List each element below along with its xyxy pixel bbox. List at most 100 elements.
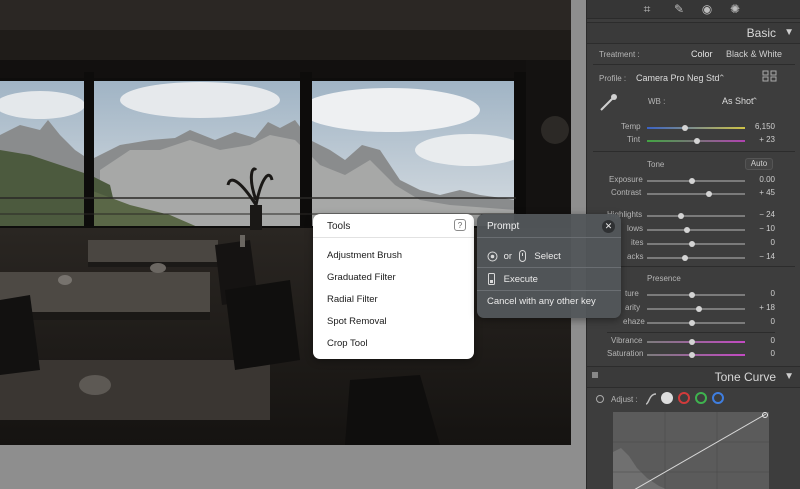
chevron-updown-icon[interactable]: ⌃ — [751, 96, 759, 107]
chevron-updown-icon[interactable]: ⌃ — [718, 73, 726, 84]
dehaze-slider[interactable] — [647, 322, 745, 324]
shadows-label: lows — [627, 224, 644, 233]
touch-ring-icon — [518, 250, 526, 262]
vibrance-slider-knob[interactable] — [689, 339, 695, 345]
temp-label: Temp — [621, 122, 641, 131]
exposure-slider-knob[interactable] — [689, 178, 695, 184]
prompt-popup: Prompt ✕ or Select Execute Cancel with a… — [477, 214, 621, 318]
texture-label: ture — [625, 289, 639, 298]
prompt-select-row[interactable]: or Select — [487, 250, 561, 262]
tone-auto-button[interactable]: Auto — [745, 158, 773, 170]
dehaze-slider-knob[interactable] — [689, 320, 695, 326]
dehaze-value[interactable]: 0 — [735, 317, 775, 326]
vibrance-value[interactable]: 0 — [735, 336, 775, 345]
profile-label: Profile : — [599, 74, 627, 83]
whites-value[interactable]: 0 — [735, 238, 775, 247]
wb-dropdown[interactable]: As Shot — [722, 96, 754, 106]
crop-icon[interactable]: ⌗ — [639, 1, 655, 17]
divider — [593, 64, 795, 65]
dial-button-icon — [488, 273, 495, 285]
curve-enable-icon[interactable] — [596, 395, 604, 403]
contrast-slider-knob[interactable] — [706, 191, 712, 197]
prompt-execute-row[interactable]: Execute — [487, 273, 538, 285]
shadows-value[interactable]: − 10 — [735, 224, 775, 233]
masking-icon[interactable]: ✺ — [727, 1, 743, 17]
saturation-slider-knob[interactable] — [689, 352, 695, 358]
tool-item-adjustment-brush[interactable]: Adjustment Brush — [327, 250, 402, 261]
temp-slider-knob[interactable] — [682, 125, 688, 131]
highlights-value[interactable]: − 24 — [735, 210, 775, 219]
whites-slider-knob[interactable] — [689, 241, 695, 247]
whites-label: ites — [631, 238, 644, 247]
contrast-label: Contrast — [611, 188, 642, 197]
divider — [607, 332, 775, 333]
tool-item-crop-tool[interactable]: Crop Tool — [327, 338, 368, 349]
clarity-label: arity — [625, 303, 641, 312]
whites-slider[interactable] — [647, 243, 745, 245]
execute-label: Execute — [503, 273, 538, 285]
profile-browser-grid-icon[interactable] — [762, 70, 778, 83]
blue-channel-icon[interactable] — [712, 392, 724, 404]
prompt-popup-title: Prompt — [487, 221, 520, 232]
saturation-value[interactable]: 0 — [735, 349, 775, 358]
dehaze-label: ehaze — [623, 317, 645, 326]
wb-eyedropper-icon[interactable] — [597, 92, 619, 114]
contrast-slider[interactable] — [647, 193, 745, 195]
clarity-value[interactable]: + 18 — [735, 303, 775, 312]
texture-slider[interactable] — [647, 294, 745, 296]
vibrance-label: Vibrance — [611, 336, 643, 345]
tool-item-radial-filter[interactable]: Radial Filter — [327, 294, 378, 305]
point-curve-rgb-icon[interactable] — [661, 392, 673, 404]
tint-value[interactable]: + 23 — [735, 135, 775, 144]
vibrance-slider[interactable] — [647, 341, 745, 343]
divider — [477, 290, 621, 291]
section-toggle-icon[interactable] — [592, 372, 598, 378]
saturation-label: Saturation — [607, 349, 644, 358]
red-eye-icon[interactable]: ◉ — [699, 1, 715, 17]
close-icon[interactable]: ✕ — [602, 220, 615, 233]
tools-popup: Tools ? Adjustment Brush Graduated Filte… — [313, 214, 474, 359]
treatment-color-button[interactable]: Color — [691, 49, 713, 59]
highlights-slider[interactable] — [647, 215, 745, 217]
divider — [593, 266, 795, 267]
shadows-slider[interactable] — [647, 229, 745, 231]
collapse-triangle-icon[interactable]: ▼ — [784, 27, 794, 38]
clarity-slider-knob[interactable] — [696, 306, 702, 312]
tint-label: Tint — [627, 135, 641, 144]
wb-label: WB : — [648, 97, 666, 106]
prompt-popup-header: Prompt ✕ — [477, 214, 621, 238]
blacks-label: acks — [627, 252, 644, 261]
tone-curve-graph[interactable] — [613, 412, 769, 489]
temp-slider[interactable] — [647, 127, 745, 129]
saturation-slider[interactable] — [647, 354, 745, 356]
select-or-text: or — [503, 250, 513, 262]
highlights-slider-knob[interactable] — [678, 213, 684, 219]
exposure-value[interactable]: 0.00 — [735, 175, 775, 184]
collapse-triangle-icon[interactable]: ▼ — [784, 371, 794, 382]
temp-value[interactable]: 6,150 — [735, 122, 775, 131]
tone-curve-section-header[interactable]: Tone Curve ▼ — [587, 366, 800, 388]
trackpad-icon — [487, 251, 498, 261]
heal-icon[interactable]: ✎ — [671, 1, 687, 17]
treatment-bw-button[interactable]: Black & White — [726, 49, 782, 59]
tint-slider-knob[interactable] — [694, 138, 700, 144]
help-icon[interactable]: ? — [454, 219, 466, 231]
shadows-slider-knob[interactable] — [684, 227, 690, 233]
basic-section-header[interactable]: Basic ▼ — [587, 22, 800, 44]
exposure-slider[interactable] — [647, 180, 745, 182]
profile-dropdown[interactable]: Camera Pro Neg Std — [636, 73, 720, 83]
green-channel-icon[interactable] — [695, 392, 707, 404]
blacks-value[interactable]: − 14 — [735, 252, 775, 261]
red-channel-icon[interactable] — [678, 392, 690, 404]
contrast-value[interactable]: + 45 — [735, 188, 775, 197]
tools-popup-header: Tools ? — [313, 214, 474, 238]
tool-item-graduated-filter[interactable]: Graduated Filter — [327, 272, 396, 283]
parametric-curve-icon[interactable] — [645, 392, 657, 405]
blacks-slider[interactable] — [647, 257, 745, 259]
texture-value[interactable]: 0 — [735, 289, 775, 298]
texture-slider-knob[interactable] — [689, 292, 695, 298]
adjust-label: Adjust : — [611, 395, 638, 404]
exposure-label: Exposure — [609, 175, 643, 184]
tool-item-spot-removal[interactable]: Spot Removal — [327, 316, 387, 327]
blacks-slider-knob[interactable] — [682, 255, 688, 261]
